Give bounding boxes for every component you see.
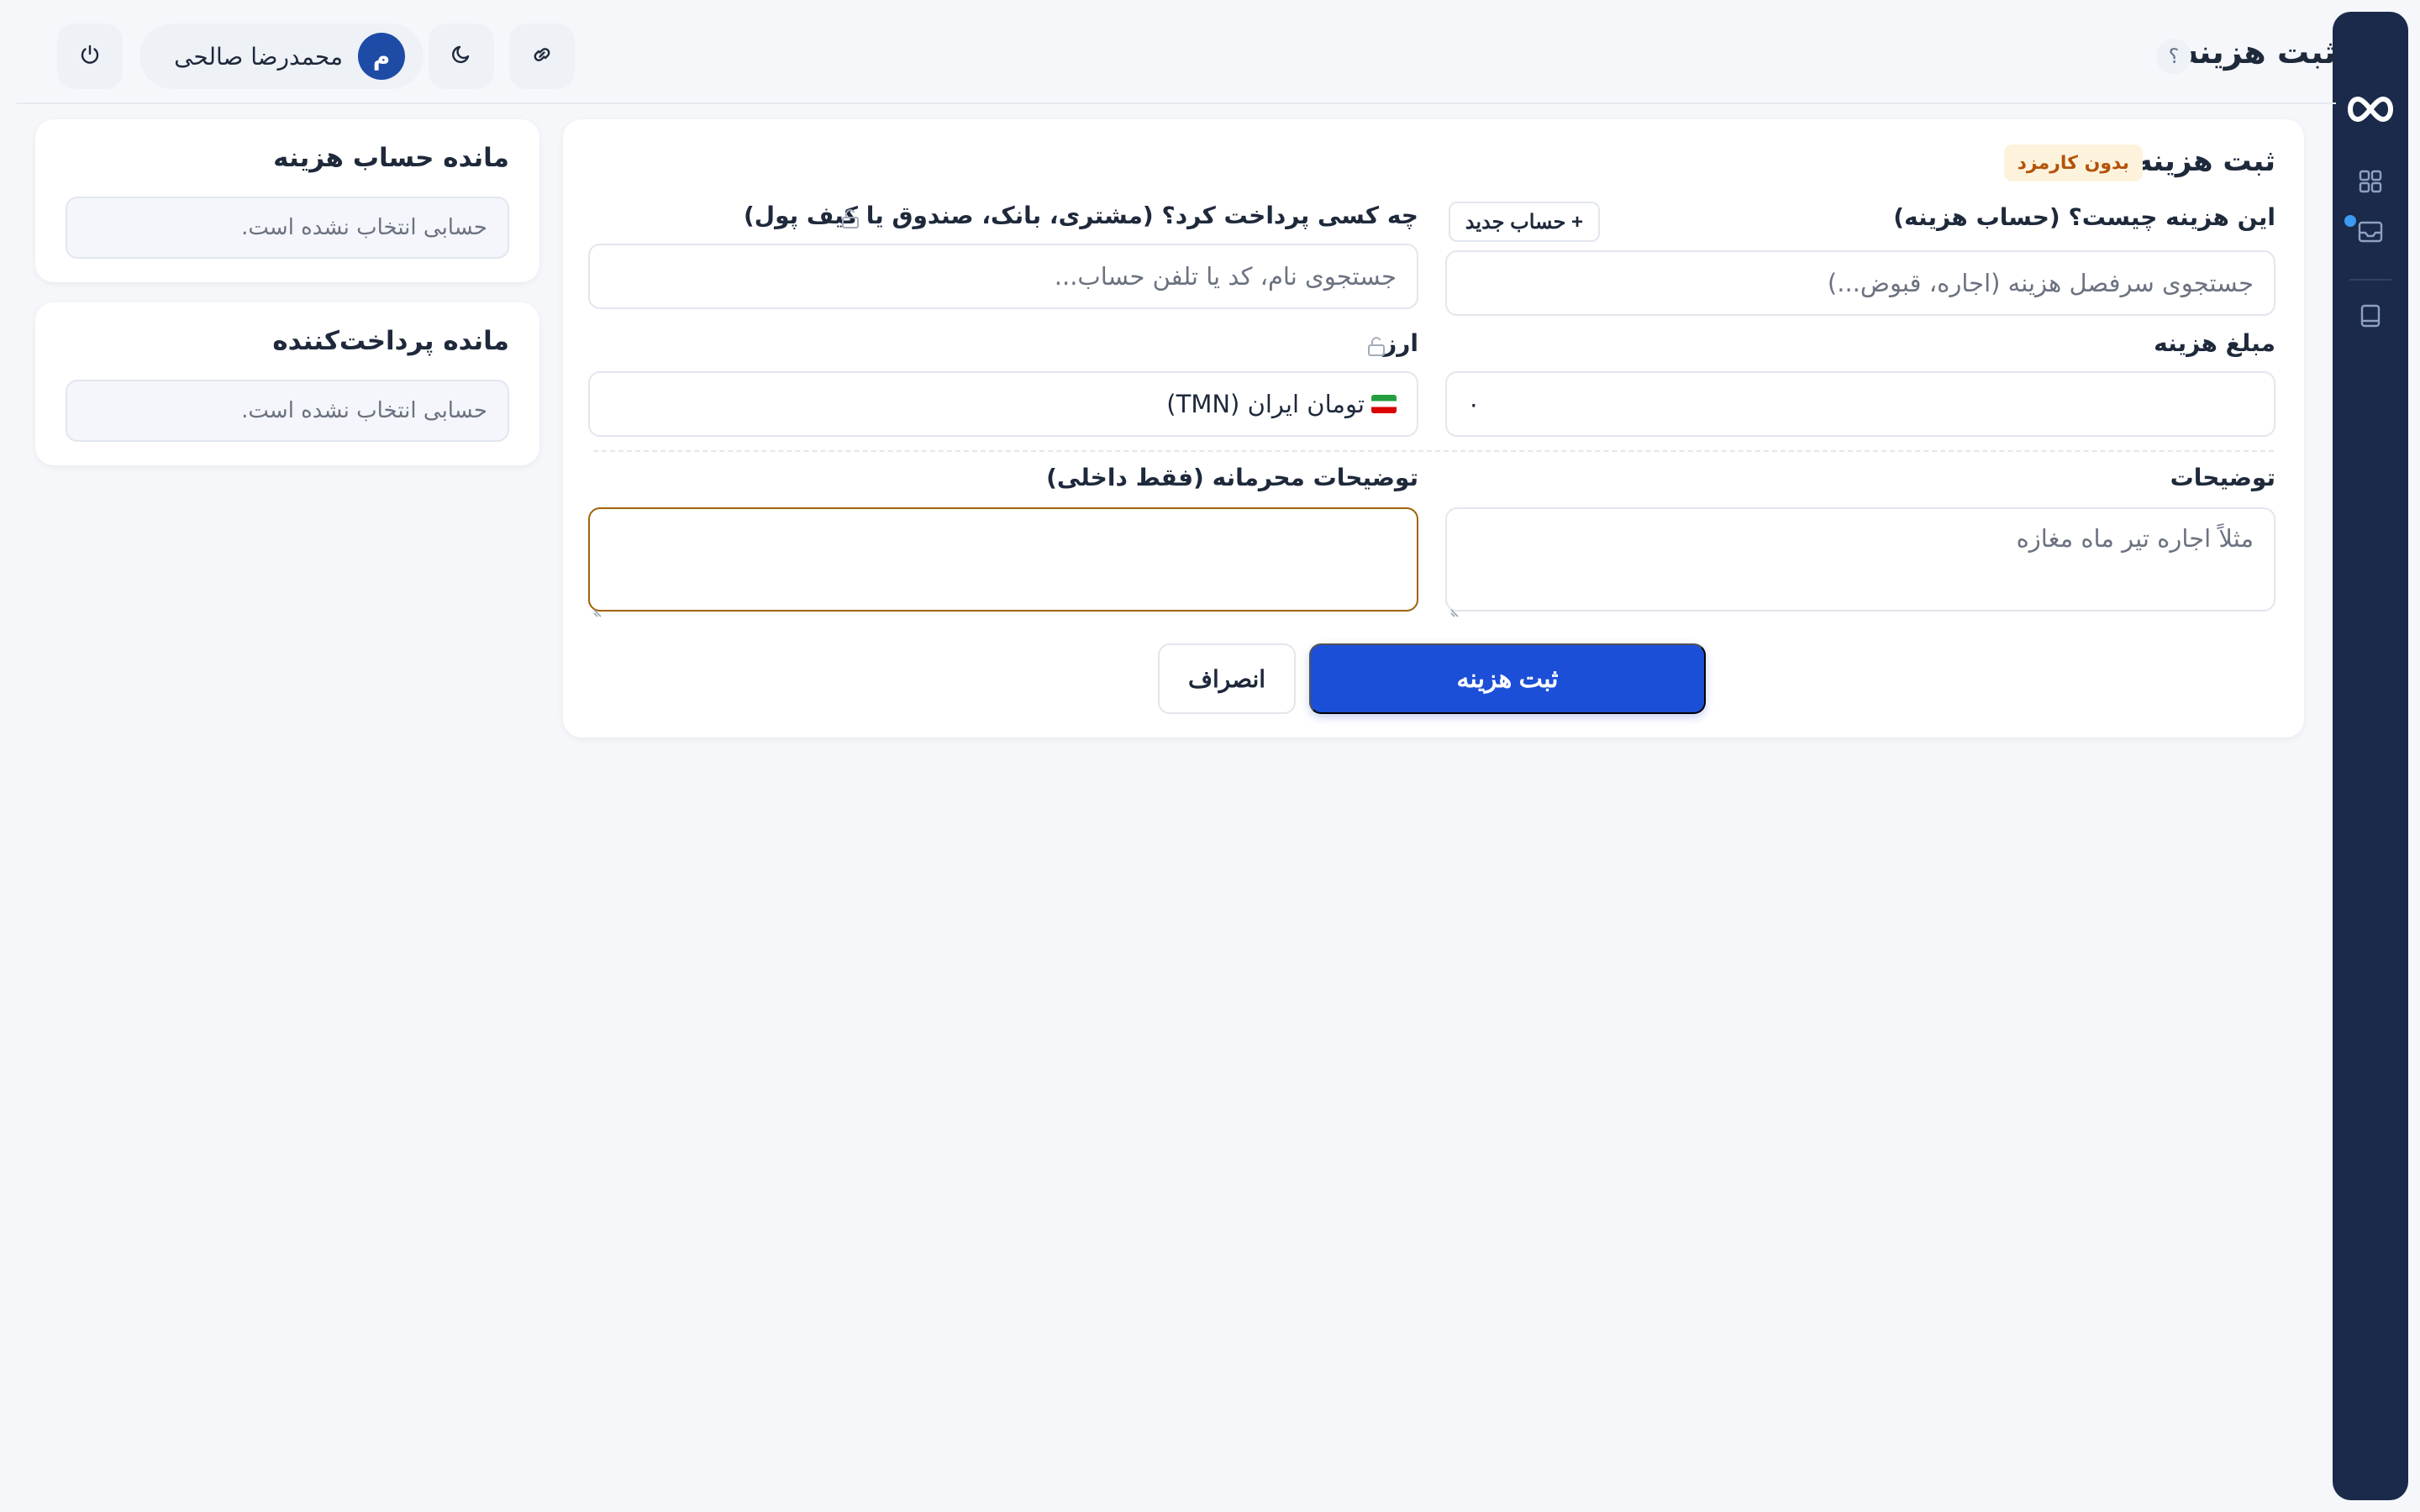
power-icon bbox=[77, 42, 103, 71]
lock-icon[interactable] bbox=[1366, 336, 1386, 358]
expense-account-input[interactable]: جستجوی سرفصل هزینه (اجاره، قبوض...) bbox=[1445, 250, 2275, 316]
currency-value: تومان ایران (TMN) bbox=[1166, 390, 1365, 418]
inbox-icon[interactable] bbox=[2350, 212, 2391, 252]
form-title: ثبت هزینه bbox=[2135, 144, 2275, 178]
expense-balance-title: مانده حساب هزینه bbox=[273, 143, 509, 173]
theme-toggle-button[interactable] bbox=[429, 24, 494, 89]
resize-handle-icon[interactable] bbox=[593, 595, 605, 617]
book-icon[interactable] bbox=[2350, 296, 2391, 336]
expense-balance-empty: حسابی انتخاب نشده است. bbox=[66, 197, 509, 259]
resize-handle-icon[interactable] bbox=[1450, 595, 1462, 617]
payer-balance-empty: حسابی انتخاب نشده است. bbox=[66, 380, 509, 442]
user-name: محمدرضا صالحی bbox=[174, 42, 343, 71]
iran-flag-icon bbox=[1371, 395, 1397, 413]
status-badge: بدون کارمزد bbox=[2003, 144, 2143, 181]
payer-balance-card: مانده پرداخت‌کننده حسابی انتخاب نشده است… bbox=[35, 302, 539, 465]
grid-icon[interactable] bbox=[2350, 161, 2391, 202]
amount-label: مبلغ هزینه bbox=[2154, 329, 2275, 357]
lock-icon[interactable] bbox=[840, 208, 860, 230]
link-icon bbox=[529, 42, 555, 71]
private-notes-label: توضیحات محرمانه (فقط داخلی) bbox=[1046, 464, 1418, 491]
logout-button[interactable] bbox=[57, 24, 123, 89]
submit-expense-button[interactable]: ثبت هزینه bbox=[1309, 643, 1706, 714]
private-notes-textarea[interactable] bbox=[588, 507, 1418, 617]
currency-select[interactable]: تومان ایران (TMN) bbox=[588, 371, 1418, 437]
expense-account-label: این هزینه چیست؟ (حساب هزینه) bbox=[1893, 203, 2275, 231]
payer-balance-title: مانده پرداخت‌کننده bbox=[272, 326, 509, 356]
top-header: ثبت هزینه ؟ م محمدرضا صالحی bbox=[17, 0, 2336, 104]
expense-form-card: ثبت هزینه بدون کارمزد این هزینه چیست؟ (ح… bbox=[563, 119, 2304, 738]
cancel-button[interactable]: انصراف bbox=[1158, 643, 1296, 714]
expense-balance-card: مانده حساب هزینه حسابی انتخاب نشده است. bbox=[35, 119, 539, 282]
page-title: ثبت هزینه bbox=[2179, 34, 2336, 71]
description-textarea[interactable]: مثلاً اجاره تیر ماه مغازه bbox=[1445, 507, 2275, 617]
section-divider bbox=[593, 450, 2274, 452]
description-placeholder: مثلاً اجاره تیر ماه مغازه bbox=[2016, 524, 2254, 553]
moon-icon bbox=[449, 42, 474, 71]
avatar: م bbox=[358, 33, 405, 80]
payer-input[interactable]: جستجوی نام، کد یا تلفن حساب... bbox=[588, 244, 1418, 309]
rail-divider bbox=[2349, 279, 2391, 281]
amount-input[interactable]: ۰ bbox=[1445, 371, 2275, 437]
description-label: توضیحات bbox=[2170, 464, 2275, 491]
side-rail bbox=[2333, 12, 2408, 1500]
help-button[interactable]: ؟ bbox=[2156, 39, 2191, 74]
infinity-logo-icon[interactable] bbox=[2344, 92, 2396, 126]
amount-value: ۰ bbox=[1467, 390, 1481, 418]
user-menu[interactable]: م محمدرضا صالحی bbox=[139, 24, 424, 89]
link-button[interactable] bbox=[509, 24, 575, 89]
currency-label: ارز bbox=[1383, 329, 1418, 357]
new-account-button[interactable]: + حساب جدید bbox=[1448, 202, 1600, 242]
